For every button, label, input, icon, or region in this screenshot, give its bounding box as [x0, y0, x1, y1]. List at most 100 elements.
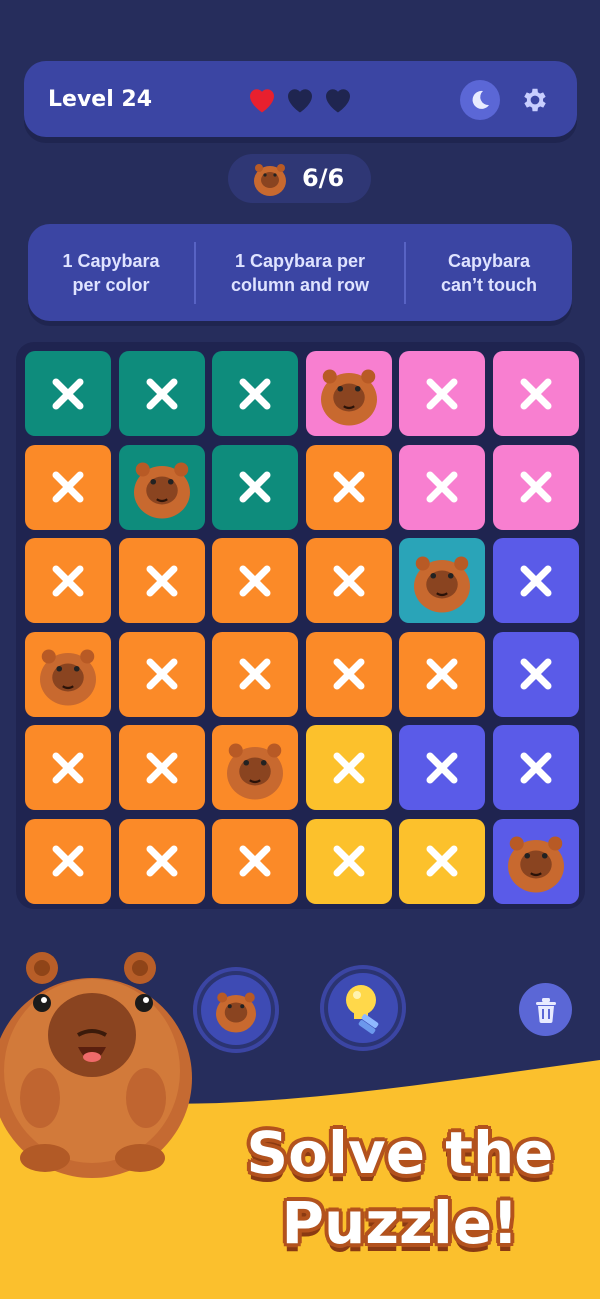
cross-icon: [330, 562, 368, 600]
cross-icon: [143, 842, 181, 880]
board-cell[interactable]: [399, 631, 485, 717]
board-cell[interactable]: [25, 725, 111, 810]
cross-icon: [143, 375, 181, 413]
board-cell[interactable]: [399, 351, 485, 436]
board-cell[interactable]: [399, 725, 485, 810]
cross-icon: [330, 749, 368, 787]
cross-icon: [143, 749, 181, 787]
cross-icon: [236, 842, 274, 880]
capybara-icon: [127, 452, 197, 522]
cross-icon: [517, 562, 555, 600]
board-cell[interactable]: [492, 351, 579, 436]
lightbulb-icon: [346, 985, 379, 1034]
cross-icon: [330, 468, 368, 506]
board-cell[interactable]: [212, 631, 298, 717]
board-cell[interactable]: [492, 818, 579, 904]
capybara-count: 6/6: [302, 164, 345, 192]
cross-icon: [423, 842, 461, 880]
cross-icon: [49, 842, 87, 880]
board-cell[interactable]: [25, 351, 111, 436]
board-cell[interactable]: [399, 444, 485, 530]
board-cell[interactable]: [305, 444, 392, 530]
cross-icon: [49, 375, 87, 413]
board-cell[interactable]: [118, 631, 205, 717]
cross-icon: [423, 655, 461, 693]
capybara-icon: [314, 359, 384, 429]
board-cell[interactable]: [25, 818, 111, 904]
cross-icon: [517, 468, 555, 506]
heart-empty-icon: [282, 81, 318, 121]
board-cell[interactable]: [212, 351, 298, 436]
cross-icon: [143, 655, 181, 693]
board-cell[interactable]: [25, 631, 111, 717]
cross-icon: [236, 655, 274, 693]
board-cell[interactable]: [399, 818, 485, 904]
capybara-icon: [33, 639, 103, 709]
cross-icon: [517, 375, 555, 413]
board-cell[interactable]: [25, 444, 111, 530]
board-cell[interactable]: [492, 725, 579, 810]
board-cell[interactable]: [212, 444, 298, 530]
rule-one-per-row-column: 1 Capybara per column and row: [230, 250, 369, 295]
theme-toggle-button[interactable]: [460, 80, 500, 120]
board-cell[interactable]: [118, 351, 205, 436]
capybara-icon: [220, 733, 290, 803]
board-cell[interactable]: [492, 631, 579, 717]
capybara-icon: [216, 992, 256, 1033]
trash-icon: [535, 997, 556, 1023]
settings-button[interactable]: [516, 81, 554, 119]
cross-icon: [517, 655, 555, 693]
cross-icon: [423, 468, 461, 506]
cross-icon: [236, 562, 274, 600]
rule-no-touching: Capybara can’t touch: [440, 250, 537, 295]
capybara-mascot: [0, 952, 192, 1178]
place-capybara-button[interactable]: [193, 967, 279, 1053]
capybara-icon: [254, 164, 286, 196]
promo-title: Solve the Puzzle!: [210, 1118, 590, 1258]
cross-icon: [330, 655, 368, 693]
board-cell[interactable]: [305, 725, 392, 810]
capybara-icon: [501, 826, 571, 896]
moon-icon: [472, 90, 489, 109]
board-cell[interactable]: [492, 538, 579, 623]
heart-empty-icon: [320, 81, 356, 121]
board-cell[interactable]: [212, 725, 298, 810]
cross-icon: [330, 842, 368, 880]
board-cell[interactable]: [212, 818, 298, 904]
board-cell[interactable]: [305, 818, 392, 904]
lives: [244, 81, 356, 121]
gear-icon: [524, 88, 546, 112]
top-bar: Level 24: [24, 61, 577, 137]
rules-panel: 1 Capybara per color 1 Capybara per colu…: [28, 224, 572, 321]
heart-full-icon: [244, 81, 280, 121]
level-label: Level 24: [48, 87, 153, 112]
cross-icon: [143, 562, 181, 600]
capybara-counter: 6/6: [228, 154, 371, 203]
board-cell[interactable]: [492, 444, 579, 530]
board-cell[interactable]: [118, 444, 205, 530]
puzzle-board: [16, 342, 585, 909]
capybara-icon: [407, 546, 477, 616]
cross-icon: [236, 468, 274, 506]
cross-icon: [49, 749, 87, 787]
board-cell[interactable]: [118, 818, 205, 904]
board-cell[interactable]: [118, 725, 205, 810]
board-cell[interactable]: [305, 351, 392, 436]
board-cell[interactable]: [305, 631, 392, 717]
cross-icon: [236, 375, 274, 413]
cross-icon: [49, 468, 87, 506]
cross-icon: [423, 749, 461, 787]
hint-button[interactable]: [320, 965, 406, 1051]
cross-icon: [517, 749, 555, 787]
board-cell[interactable]: [305, 538, 392, 623]
clear-button[interactable]: [519, 983, 572, 1036]
board-cell[interactable]: [212, 538, 298, 623]
promo-line-1: Solve the: [246, 1119, 554, 1187]
promo-line-2: Puzzle!: [281, 1189, 519, 1257]
cross-icon: [423, 375, 461, 413]
cross-icon: [49, 562, 87, 600]
board-cell[interactable]: [399, 538, 485, 623]
board-cell[interactable]: [118, 538, 205, 623]
board-cell[interactable]: [25, 538, 111, 623]
rule-one-per-color: 1 Capybara per color: [62, 250, 160, 295]
